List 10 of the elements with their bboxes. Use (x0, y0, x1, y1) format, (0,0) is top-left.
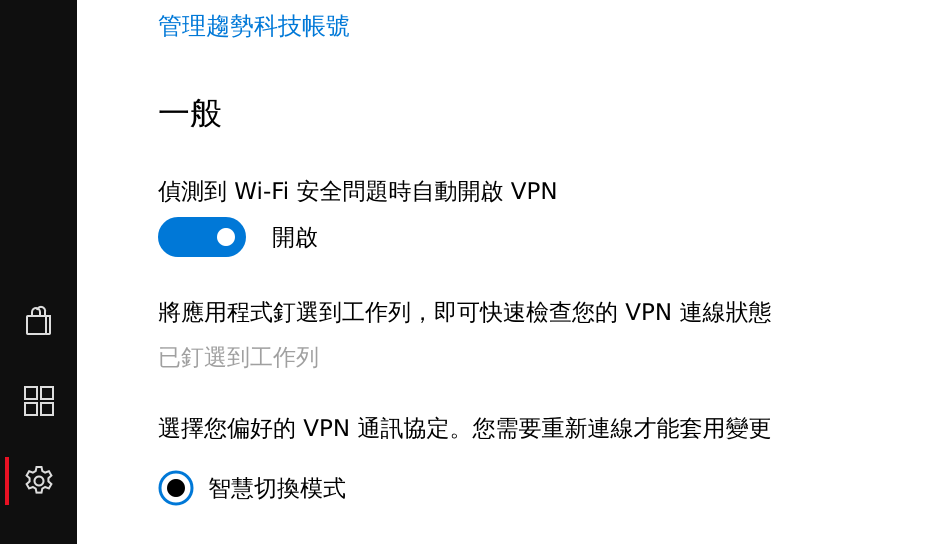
grid-icon (22, 385, 54, 417)
setting-label: 將應用程式釘選到工作列，即可快速檢查您的 VPN 連線狀態 (158, 299, 772, 328)
selection-indicator (5, 457, 9, 505)
toggle-state-text: 開啟 (272, 224, 318, 252)
toggle-switch[interactable] (158, 217, 246, 257)
setting-label: 偵測到 Wi-Fi 安全問題時自動開啟 VPN (158, 178, 558, 207)
account-link[interactable]: 管理趨勢科技帳號 (158, 10, 350, 42)
radio-option[interactable]: 智慧切換模式 (158, 470, 346, 506)
setting-label: 選擇您偏好的 VPN 通訊協定。您需要重新連線才能套用變更 (158, 415, 772, 444)
section-title: 一般 (158, 93, 222, 134)
